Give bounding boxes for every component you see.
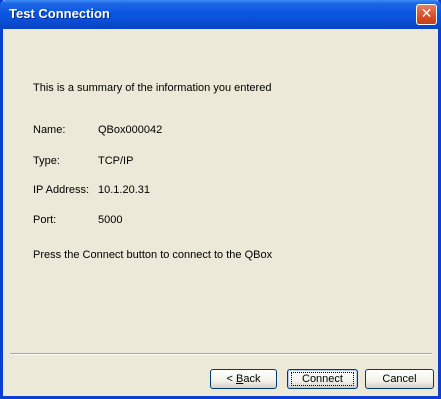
name-value: QBox000042 [98, 124, 163, 136]
dialog-content: This is a summary of the information you… [3, 29, 438, 354]
footer-separator [10, 353, 432, 355]
back-button[interactable]: < Back [210, 369, 277, 389]
close-button[interactable]: ✕ [416, 4, 437, 25]
title-bar[interactable]: Test Connection ✕ [0, 0, 441, 29]
cancel-button-label: Cancel [382, 373, 417, 385]
port-value: 5000 [98, 214, 123, 226]
port-label: Port: [33, 214, 57, 226]
summary-intro: This is a summary of the information you… [33, 82, 272, 94]
ip-address-value: 10.1.20.31 [98, 184, 150, 196]
type-value: TCP/IP [98, 155, 134, 167]
connect-instruction: Press the Connect button to connect to t… [33, 249, 273, 261]
type-label: Type: [33, 155, 60, 167]
connect-button[interactable]: Connect [287, 369, 358, 389]
test-connection-dialog: Test Connection ✕ This is a summary of t… [0, 0, 441, 399]
focus-rectangle [291, 372, 354, 386]
name-label: Name: [33, 124, 66, 136]
cancel-button[interactable]: Cancel [365, 369, 434, 389]
window-title: Test Connection [9, 6, 110, 21]
back-button-prefix: < [226, 373, 236, 385]
back-button-rest: ack [243, 373, 261, 385]
ip-address-label: IP Address: [33, 184, 90, 196]
close-icon: ✕ [420, 6, 433, 22]
